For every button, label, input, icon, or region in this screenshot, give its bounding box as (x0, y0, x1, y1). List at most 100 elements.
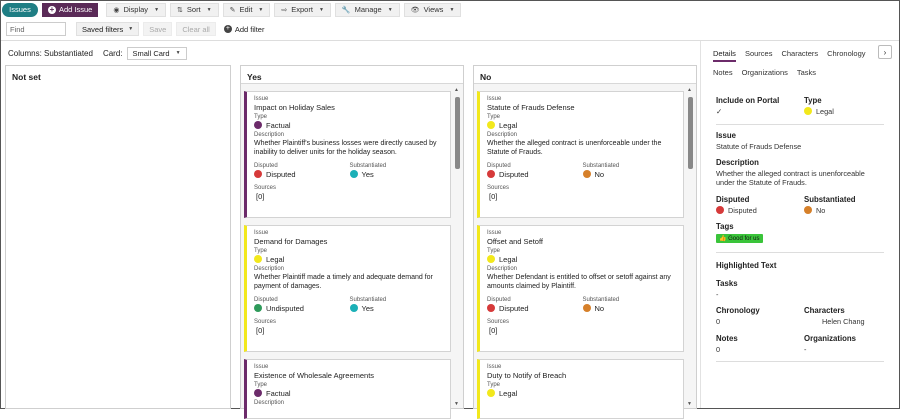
disputed-value: Undisputed (254, 304, 350, 313)
export-button[interactable]: ⇨ Export ▼ (274, 2, 331, 17)
substantiated-value: No (582, 170, 679, 179)
manage-label: Manage (354, 5, 382, 14)
tab-notes[interactable]: Notes (713, 68, 733, 79)
scroll-up-icon[interactable]: ▲ (454, 87, 459, 93)
issue-card[interactable]: Issue Demand for Damages Type Legal Desc… (244, 225, 451, 352)
add-issue-button[interactable]: + Add Issue (42, 2, 99, 17)
disputed-color-dot (487, 170, 495, 178)
description-value: Whether Plaintiff's business losses were… (254, 140, 437, 156)
issue-label: Issue (487, 364, 502, 370)
substantiated-label: Substantiated (582, 297, 620, 303)
lane-scrollbar[interactable]: ▲ ▼ (454, 87, 461, 407)
notes-field: Notes 0 (716, 334, 738, 354)
substantiated-color-dot (582, 304, 591, 312)
type-label: Type (254, 382, 268, 388)
sources-value[interactable]: [0] (256, 192, 445, 201)
issue-title: Existence of Wholesale Agreements (254, 371, 375, 380)
type-value: Legal (487, 255, 678, 264)
issue-card[interactable]: Issue Duty to Notify of Breach Type Lega… (477, 359, 684, 419)
disputed-field: Disputed Disputed (716, 195, 757, 215)
manage-button[interactable]: 🔧 Manage ▼ (334, 2, 400, 17)
organizations-field: Organizations - (804, 334, 856, 354)
toolbar-divider (1, 40, 899, 41)
characters-value[interactable]: Helen Chang (822, 317, 865, 326)
panel-tabs: Details Sources Characters Chronology No… (713, 49, 883, 79)
tab-organizations[interactable]: Organizations (742, 68, 788, 79)
substantiated-value: No (582, 304, 679, 313)
include-on-portal-label: Include on Portal (716, 96, 780, 105)
edit-button[interactable]: ✎ Edit ▼ (222, 2, 271, 17)
add-filter-button[interactable]: + Add filter (220, 22, 269, 36)
type-label: Type (487, 114, 501, 120)
lane-scrollbar[interactable]: ▲ ▼ (687, 87, 694, 407)
chevron-right-icon[interactable]: › (878, 45, 892, 59)
tab-chronology[interactable]: Chronology (827, 49, 865, 62)
type-value: Legal (487, 389, 678, 398)
views-button[interactable]: 👁 Views ▼ (403, 2, 462, 17)
tab-details[interactable]: Details (713, 49, 736, 62)
sources-value[interactable]: [0] (489, 326, 678, 335)
type-label: Type (804, 96, 822, 105)
notes-value: 0 (716, 345, 721, 354)
description-field: Description Whether the alleged contract… (716, 158, 884, 187)
tab-characters[interactable]: Characters (781, 49, 818, 62)
description-label: Description (254, 132, 285, 138)
chevron-down-icon: ▼ (128, 26, 134, 32)
card-size-selector: Card: Small Card ▼ (103, 46, 187, 60)
disputed-color-dot (254, 170, 262, 178)
substantiated-color-dot (349, 304, 358, 312)
issue-title: Impact on Holiday Sales (254, 103, 335, 112)
issue-card[interactable]: Issue Offset and Setoff Type Legal Descr… (477, 225, 684, 352)
card-size-dropdown[interactable]: Small Card ▼ (126, 46, 187, 60)
disputed-color-dot (254, 304, 262, 312)
issue-card[interactable]: Issue Statute of Frauds Defense Type Leg… (477, 91, 684, 218)
sources-label: Sources (254, 185, 277, 191)
type-value: Factual (254, 121, 445, 130)
issue-card[interactable]: Issue Existence of Wholesale Agreements … (244, 359, 451, 419)
issue-value: Statute of Frauds Defense (716, 142, 802, 151)
type-color-dot (487, 255, 495, 263)
wrench-icon: 🔧 (341, 6, 351, 14)
add-filter-label: Add filter (234, 24, 265, 34)
scrollbar-thumb[interactable] (688, 97, 693, 169)
issue-card[interactable]: Issue Impact on Holiday Sales Type Factu… (244, 91, 451, 218)
disputed-color-dot (487, 304, 495, 312)
display-button[interactable]: ◉ Display ▼ (106, 2, 167, 17)
type-color-dot (254, 389, 262, 397)
chronology-field: Chronology 0 (716, 306, 760, 326)
tab-tasks[interactable]: Tasks (797, 68, 816, 79)
tab-sources[interactable]: Sources (745, 49, 773, 62)
disputed-label: Disputed (487, 297, 511, 303)
issue-label: Issue (254, 364, 269, 370)
find-input[interactable] (6, 22, 66, 36)
add-issue-label: Add Issue (59, 5, 93, 14)
issue-field: Issue Statute of Frauds Defense (716, 131, 801, 151)
type-label: Type (487, 248, 501, 254)
clear-all-button[interactable]: Clear all (176, 22, 216, 36)
scroll-down-icon[interactable]: ▼ (687, 401, 692, 407)
lane-yes: Yes Issue Impact on Holiday Sales Type F… (240, 65, 464, 419)
save-filter-button[interactable]: Save (143, 22, 173, 36)
filter-bar: Saved filters ▼ Save Clear all + Add fil… (6, 21, 268, 37)
chevron-down-icon: ▼ (449, 6, 455, 13)
lane-header (474, 66, 696, 84)
tag-chip[interactable]: 👍 Good for us (716, 234, 763, 243)
sources-value[interactable]: [0] (256, 326, 445, 335)
type-value: Legal (254, 255, 445, 264)
eye-icon: 👁 (410, 6, 420, 14)
saved-filters-dropdown[interactable]: Saved filters ▼ (76, 22, 140, 36)
scroll-up-icon[interactable]: ▲ (687, 87, 692, 93)
scroll-down-icon[interactable]: ▼ (454, 401, 459, 407)
substantiated-color-dot (582, 170, 591, 178)
scrollbar-thumb[interactable] (455, 97, 460, 169)
chevron-down-icon: ▼ (387, 6, 393, 13)
issue-title: Duty to Notify of Breach (487, 371, 567, 380)
sort-button[interactable]: ⇅ Sort ▼ (170, 2, 219, 17)
sources-value[interactable]: [0] (489, 192, 678, 201)
issues-tab[interactable]: Issues (2, 2, 38, 17)
disputed-value: Disputed (254, 170, 350, 179)
disputed-color-dot (716, 206, 724, 214)
card-size-value: Small Card (132, 48, 170, 58)
description-label: Description (254, 400, 285, 406)
type-color-dot (254, 121, 262, 129)
